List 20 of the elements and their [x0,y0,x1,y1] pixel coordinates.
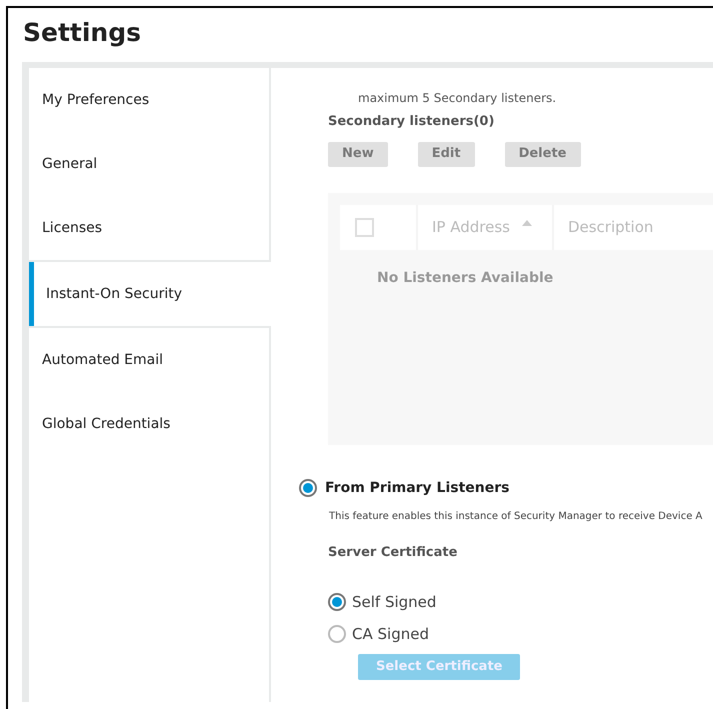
section-heading: Server Certificate [328,544,458,562]
radio-label[interactable]: Self Signed [352,590,436,614]
sidebar-item[interactable]: Global Credentials [29,392,271,456]
radio-label[interactable]: CA Signed [352,622,429,646]
radio-button[interactable] [328,625,346,643]
radio-button[interactable] [328,593,346,611]
sidebar-item[interactable]: My Preferences [29,68,271,132]
sidebar-item[interactable]: Licenses [29,196,271,260]
sort-icon[interactable] [522,220,532,226]
sidebar-item[interactable]: Instant-On Security [29,262,271,326]
radio-label[interactable]: From Primary Listeners [325,478,510,498]
radio-button[interactable] [299,479,317,497]
sidebar-item[interactable]: Automated Email [29,328,271,392]
select-all-checkbox[interactable] [355,218,374,236]
page-title: Settings [22,17,142,49]
info-text: maximum 5 Secondary listeners. [357,92,558,106]
section-heading: Secondary listeners(0) [328,113,496,131]
description-text: This feature enables this instance of Security Manager to receive Device A [329,510,704,524]
sidebar-item[interactable]: General [29,132,271,196]
empty-message: No Listeners Available [376,268,554,288]
